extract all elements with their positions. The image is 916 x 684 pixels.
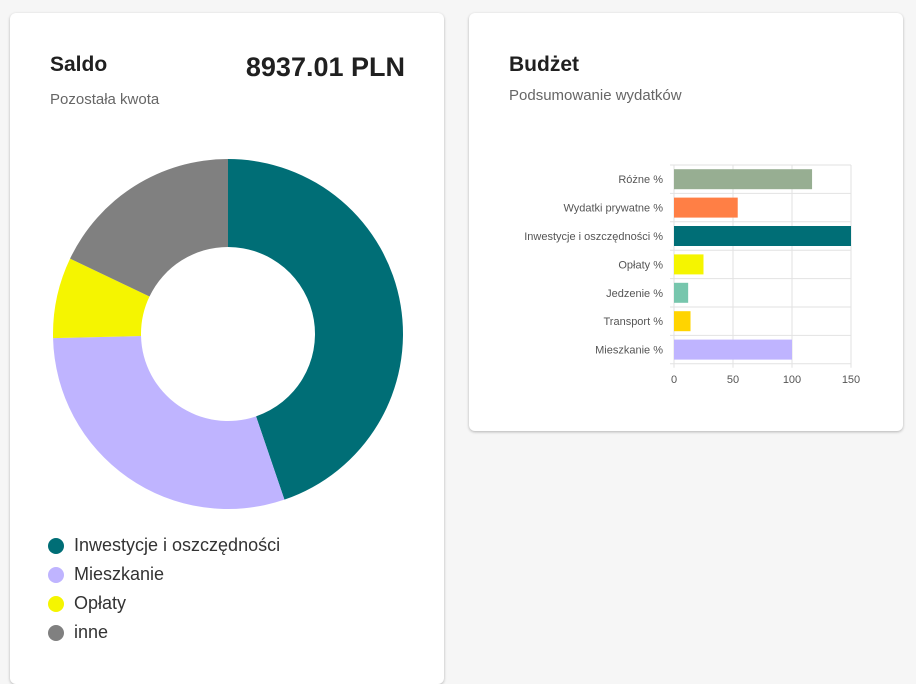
bar[interactable] [674, 226, 851, 246]
y-tick-label: Mieszkanie % [595, 345, 663, 357]
legend-color-dot [48, 595, 64, 612]
legend-color-dot [48, 624, 64, 641]
y-tick-label: Transport % [603, 316, 663, 328]
legend-item[interactable]: inne [48, 618, 280, 647]
bar[interactable] [674, 254, 704, 275]
y-tick-label: Inwestycje i oszczędności % [524, 231, 663, 243]
legend-color-dot [48, 537, 64, 554]
saldo-card: Saldo Pozostała kwota 8937.01 PLN Inwest… [10, 13, 444, 684]
x-tick-label: 150 [842, 374, 860, 386]
legend-item[interactable]: Mieszkanie [48, 560, 280, 589]
bar[interactable] [674, 311, 691, 332]
legend-label: Opłaty [74, 593, 127, 613]
budzet-card: Budżet Podsumowanie wydatków Różne % Wyda… [469, 13, 903, 431]
y-tick-label: Jedzenie % [606, 288, 663, 300]
y-tick-label: Wydatki prywatne % [563, 203, 663, 215]
bar[interactable] [674, 282, 689, 303]
y-tick-label: Opłaty % [618, 259, 663, 271]
legend-label: Mieszkanie [74, 564, 165, 584]
bar[interactable] [674, 339, 792, 360]
donut-legend: Inwestycje i oszczędności Mieszkanie Opłat… [48, 531, 280, 647]
legend-item[interactable]: Opłaty [48, 589, 280, 618]
legend-label: Inwestycje i oszczędności [74, 535, 281, 555]
legend-label: inne [74, 622, 109, 642]
x-tick-label: 0 [671, 374, 677, 386]
donut-chart [52, 159, 403, 510]
bar[interactable] [674, 169, 813, 190]
donut-slice[interactable] [53, 336, 285, 510]
legend-color-dot [48, 566, 64, 583]
x-tick-label: 50 [727, 374, 739, 386]
x-tick-label: 100 [783, 374, 801, 386]
legend-item[interactable]: Inwestycje i oszczędności [48, 531, 280, 560]
expense-bar-chart: Różne % Wydatki prywatne % Inwestycje i os… [524, 164, 860, 386]
bar[interactable] [674, 197, 738, 218]
y-tick-label: Różne % [618, 174, 663, 186]
